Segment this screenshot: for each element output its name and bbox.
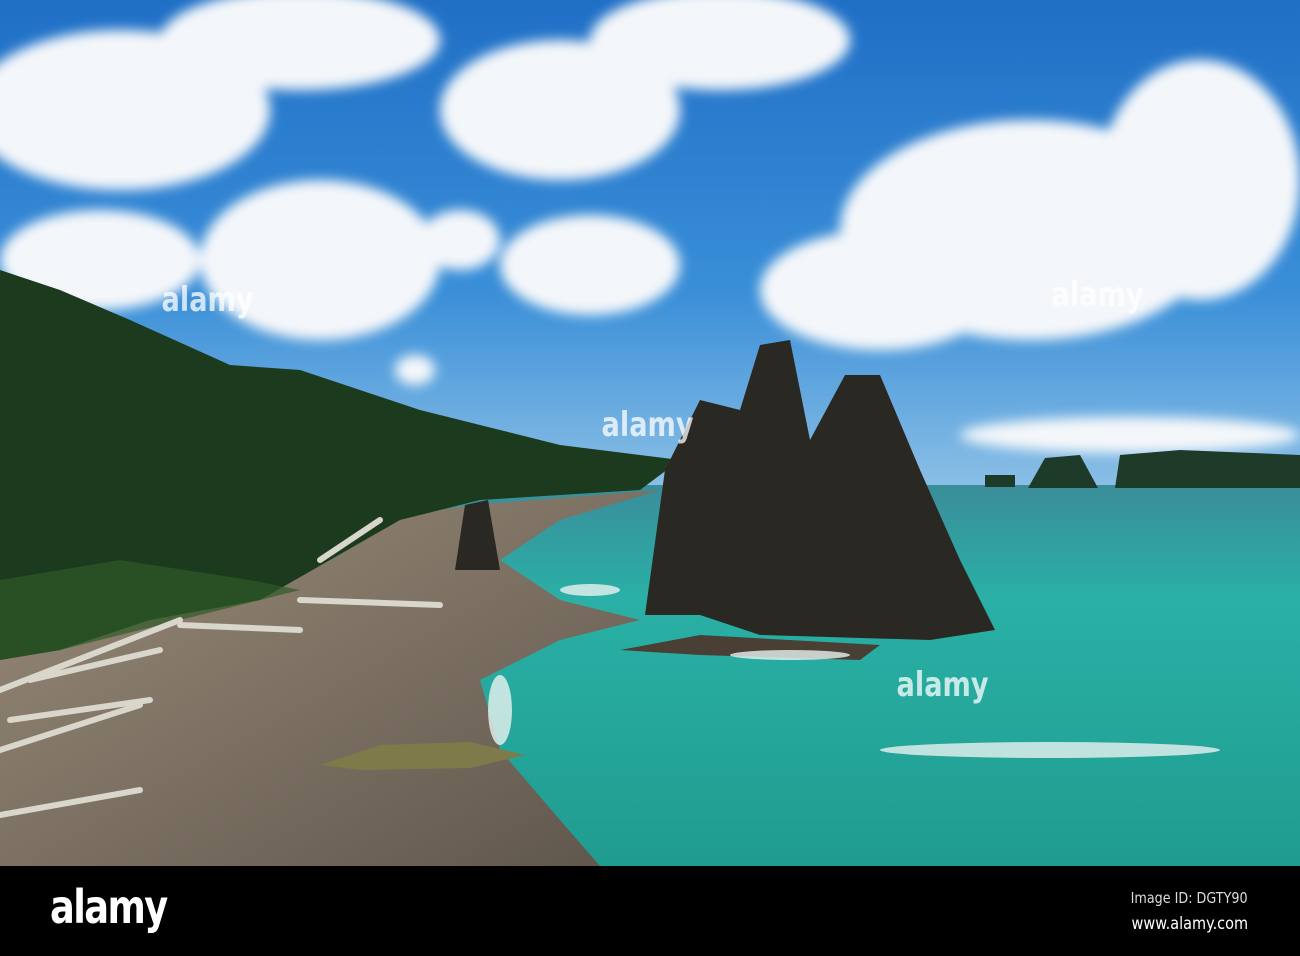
- image-id: Image ID: DGTY90: [1131, 889, 1248, 907]
- footer-bar: alamy Image ID: DGTY90 www.alamy.com: [0, 866, 1300, 956]
- alamy-logo[interactable]: alamy: [50, 880, 168, 934]
- watermark: alamy: [161, 280, 254, 320]
- watermark: alamy: [601, 405, 694, 445]
- site-url[interactable]: www.alamy.com: [1132, 914, 1248, 934]
- watermark: alamy: [896, 665, 989, 705]
- watermark: alamy: [1051, 275, 1144, 315]
